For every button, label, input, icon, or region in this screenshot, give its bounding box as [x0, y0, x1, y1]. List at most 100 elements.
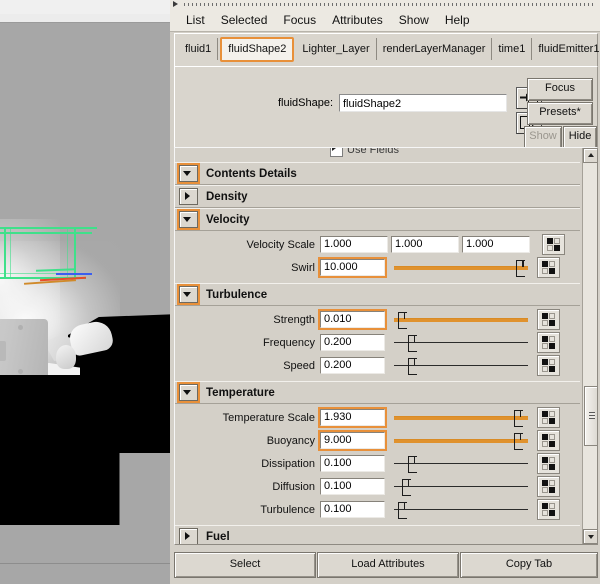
slider-handle[interactable] [407, 455, 417, 473]
attribute-value-field[interactable]: 1.000 [462, 236, 530, 253]
collapse-arrow-icon[interactable] [173, 1, 178, 7]
scrollbar-grip-icon [589, 412, 595, 419]
use-fields-checkbox[interactable] [330, 148, 343, 157]
menu-item-list[interactable]: List [178, 11, 213, 29]
tab-Lighter_Layer[interactable]: Lighter_Layer [296, 38, 377, 60]
map-attribute-checkerboard-icon-button[interactable] [537, 332, 560, 353]
checker-square [542, 503, 548, 509]
tab-time1[interactable]: time1 [492, 38, 533, 60]
show-button[interactable]: Show [524, 126, 562, 149]
attribute-value-field[interactable]: 0.100 [320, 478, 385, 495]
checker-square [542, 411, 548, 417]
attribute-value-field[interactable]: 0.010 [320, 311, 385, 328]
slider-handle[interactable] [513, 432, 523, 450]
slider-handle[interactable] [407, 357, 417, 375]
map-attribute-checkerboard-icon-button[interactable] [542, 234, 565, 255]
slider-handle[interactable] [516, 259, 526, 277]
map-attribute-checkerboard-icon-button[interactable] [537, 257, 560, 278]
map-attribute-checkerboard-icon-button[interactable] [537, 499, 560, 520]
menu-item-selected[interactable]: Selected [213, 11, 276, 29]
tab-fluidShape2[interactable]: fluidShape2 [220, 36, 295, 62]
tab-fluid1[interactable]: fluid1 [179, 38, 219, 60]
twisty-arrow-icon [183, 292, 191, 297]
attribute-value-field[interactable]: 0.200 [320, 334, 385, 351]
map-attribute-checkerboard-icon-button[interactable] [537, 309, 560, 330]
attribute-value-field[interactable]: 1.000 [320, 236, 388, 253]
attribute-row: Speed 0.200 [175, 355, 580, 376]
select-button[interactable]: Select [174, 552, 316, 578]
attribute-slider[interactable] [394, 478, 528, 496]
load-attributes-button[interactable]: Load Attributes [317, 552, 459, 578]
attribute-value-field[interactable]: 0.100 [320, 455, 385, 472]
frame-header-turbulence[interactable]: Turbulence [175, 283, 580, 306]
attribute-field-wrapper: 0.100 [320, 501, 385, 518]
attribute-scrollbar[interactable] [582, 148, 597, 544]
attribute-value-field[interactable]: 0.100 [320, 501, 385, 518]
checker-square [554, 245, 560, 251]
scrollbar-up-button[interactable] [583, 148, 597, 163]
slider-handle[interactable] [401, 478, 411, 496]
focus-button[interactable]: Focus [527, 78, 593, 101]
chevron-down-icon-contents-details[interactable] [177, 163, 200, 184]
attribute-slider[interactable] [394, 409, 528, 427]
frame-header-density[interactable]: Density [175, 185, 580, 208]
frame-header-fuel[interactable]: Fuel [175, 525, 580, 544]
node-tab-strip[interactable]: fluid1 fluidShape2 Lighter_Layer renderLaye… [174, 33, 600, 67]
attribute-slider[interactable] [394, 357, 528, 375]
frame-header-temperature[interactable]: Temperature [175, 381, 580, 404]
tab-fluidEmitter1[interactable]: fluidEmitter1 [532, 38, 600, 60]
checker-square [549, 434, 555, 440]
attribute-slider[interactable] [394, 311, 528, 329]
presets-button[interactable]: Presets* [527, 102, 593, 125]
copy-tab-button[interactable]: Copy Tab [460, 552, 598, 578]
map-attribute-checkerboard-icon-button[interactable] [537, 355, 560, 376]
twisty-arrow-icon [185, 192, 190, 200]
attribute-value-field[interactable]: 0.200 [320, 357, 385, 374]
menu-item-attributes[interactable]: Attributes [324, 11, 391, 29]
frame-header-velocity[interactable]: Velocity [175, 208, 580, 231]
attribute-slider[interactable] [394, 455, 528, 473]
node-name-input[interactable]: fluidShape2 [339, 94, 507, 112]
menu-item-help[interactable]: Help [437, 11, 478, 29]
map-attribute-checkerboard-icon-button[interactable] [537, 407, 560, 428]
frame-title-temperature: Temperature [206, 386, 275, 399]
scrollbar-down-button[interactable] [583, 529, 597, 544]
hide-button[interactable]: Hide [563, 126, 597, 149]
frame-body-turbulence: Strength 0.010 Frequency 0.200 Speed 0.200 [175, 306, 580, 381]
attribute-value-field[interactable]: 1.000 [391, 236, 459, 253]
frame-header-contents-details[interactable]: Contents Details [175, 162, 580, 185]
attribute-value-field[interactable]: 1.930 [320, 409, 385, 426]
tab-renderLayerManager[interactable]: renderLayerManager [377, 38, 493, 60]
attribute-field-wrapper: 0.100 [320, 478, 385, 495]
menu-bar[interactable]: List Selected Focus Attributes Show Help [170, 9, 600, 32]
attribute-slider[interactable] [394, 501, 528, 519]
panel-drag-handle[interactable] [170, 0, 600, 9]
attribute-value-field[interactable]: 9.000 [320, 432, 385, 449]
map-attribute-checkerboard-icon-button[interactable] [537, 453, 560, 474]
attribute-label: Dissipation [261, 457, 315, 470]
chevron-down-icon-temperature[interactable] [177, 382, 200, 403]
checker-square [549, 268, 555, 274]
chevron-right-icon-density[interactable] [179, 188, 198, 205]
attribute-label: Frequency [263, 336, 315, 349]
viewport-scene[interactable] [0, 23, 170, 563]
attribute-slider[interactable] [394, 334, 528, 352]
map-attribute-checkerboard-icon-button[interactable] [537, 476, 560, 497]
chevron-down-icon-turbulence[interactable] [177, 284, 200, 305]
chevron-right-icon-fuel[interactable] [179, 528, 198, 544]
slider-handle[interactable] [397, 501, 407, 519]
slider-handle[interactable] [407, 334, 417, 352]
menu-item-show[interactable]: Show [391, 11, 437, 29]
checker-square [549, 480, 555, 486]
menu-item-focus[interactable]: Focus [275, 11, 324, 29]
attribute-slider[interactable] [394, 432, 528, 450]
attribute-slider[interactable] [394, 259, 528, 277]
map-attribute-checkerboard-icon-button[interactable] [537, 430, 560, 451]
use-fields-row[interactable]: Use Fields [175, 148, 580, 163]
slider-handle[interactable] [513, 409, 523, 427]
slider-handle[interactable] [397, 311, 407, 329]
attribute-value-field[interactable]: 10.000 [320, 259, 385, 276]
scrollbar-thumb[interactable] [584, 386, 597, 446]
3d-viewport-panel[interactable] [0, 0, 170, 584]
chevron-down-icon-velocity[interactable] [177, 209, 200, 230]
